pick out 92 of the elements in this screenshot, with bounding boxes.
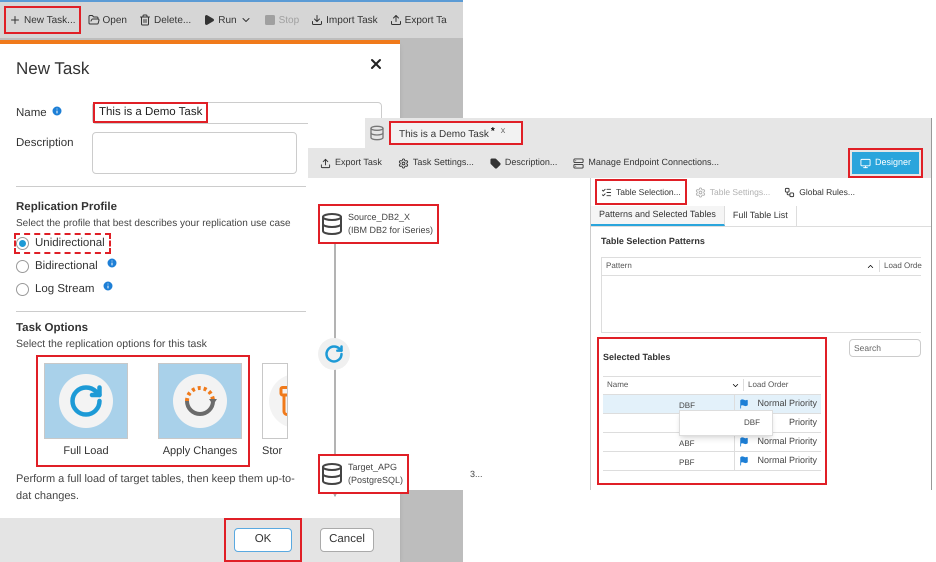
folder-icon [88, 14, 100, 26]
task-option-tile[interactable] [158, 362, 242, 438]
circular-arrow-icon [68, 382, 104, 418]
task-option-tile[interactable] [262, 362, 288, 438]
task-option-tile[interactable] [44, 362, 128, 438]
panel-tab[interactable]: Full Table List [724, 206, 797, 226]
field-label: Name [16, 106, 47, 120]
section-heading: Selected Tables [603, 352, 670, 362]
table-cell-text: Normal Priority [757, 434, 817, 448]
monitor-icon [860, 158, 871, 168]
table-cell-text: Normal Priority [757, 396, 817, 410]
radio-option[interactable]: Unidirectional [16, 234, 109, 252]
tag-icon [490, 158, 501, 168]
table-cell-text: Priority [788, 416, 817, 429]
trash-icon [138, 14, 151, 26]
radio-option[interactable]: Bidirectional [16, 258, 102, 276]
task-tab[interactable]: This is a Demo Task * x [389, 121, 524, 145]
endpoint-node[interactable]: Target_APG (PostgreSQL) [318, 454, 410, 494]
endpoint-node[interactable]: Source_DB2_X (IBM DB2 for iSeries) [318, 204, 440, 244]
database-icon [369, 125, 385, 141]
modified-mark: * [490, 125, 495, 139]
radio-button[interactable] [16, 260, 29, 274]
dialog-title: New Task [16, 58, 90, 80]
table-cell: PBF [679, 458, 695, 466]
plus-icon [9, 14, 21, 26]
endpoint-name: Source_DB2_X [348, 210, 412, 224]
toolbar-button[interactable]: Import Task [306, 6, 383, 34]
field-label: Description [16, 136, 74, 150]
table-cell-text: Normal Priority [757, 454, 817, 467]
name-value: This is a Demo Task [93, 102, 208, 124]
section-hint: Select the profile that best describes your replication use case [16, 216, 291, 231]
flag-icon [739, 436, 750, 446]
table-check-icon [601, 186, 612, 198]
column-header: Pattern [605, 260, 633, 272]
toolbar-button[interactable]: Table Selection... [595, 179, 687, 205]
info-icon [102, 280, 114, 292]
radio-option[interactable]: Log Stream [16, 281, 98, 298]
tab-close[interactable]: x [500, 124, 506, 138]
toolbar-button[interactable]: Export Ta [384, 6, 452, 34]
column-header: Name [606, 379, 630, 391]
server-icon [573, 158, 584, 168]
radio-button[interactable] [16, 283, 29, 296]
toolbar-button[interactable]: Task Settings... [394, 156, 478, 170]
section-heading: Task Options [16, 320, 88, 336]
column-header: Load Order [743, 379, 821, 391]
tab-label: This is a Demo Task [399, 128, 489, 142]
table-cell: DBF [679, 400, 695, 410]
search-field[interactable]: Search [849, 338, 921, 356]
toolbar-button[interactable]: Description... [486, 156, 562, 170]
section-heading: Table Selection Patterns [601, 235, 706, 248]
database-icon [320, 210, 344, 238]
radio-button[interactable] [16, 236, 29, 250]
endpoint-type: (PostgreSQL) [348, 474, 404, 487]
import-icon [311, 14, 324, 26]
description-field[interactable] [92, 132, 297, 174]
toolbar-button[interactable]: Delete... [134, 6, 196, 34]
dialog-button[interactable]: OK [234, 528, 292, 552]
dialog-button[interactable]: Cancel [320, 528, 374, 552]
info-icon [106, 256, 118, 269]
task-option-label: Full Load [63, 444, 109, 458]
table-row[interactable]: PBF Normal Priority [603, 452, 821, 470]
toolbar-button[interactable]: Export Task [316, 156, 386, 170]
toolbar-button[interactable]: Global Rules... [778, 179, 861, 205]
flag-icon [739, 398, 750, 408]
task-option-label: Stor [262, 444, 282, 458]
stop-icon [264, 14, 276, 26]
table-cell: ABF [679, 438, 695, 448]
endpoint-name: Target_APG [348, 460, 398, 474]
section-heading: Replication Profile [16, 200, 117, 214]
close-icon[interactable] [368, 56, 384, 72]
task-option-label: Apply Changes [162, 444, 238, 458]
play-icon [203, 14, 216, 26]
task-option-description: Perform a full load of target tables, then keep them up-to-dat changes. [16, 472, 296, 504]
gear-icon [694, 186, 706, 198]
toolbar-button[interactable]: New Task... [4, 6, 80, 34]
toolbar-button[interactable]: Run [198, 6, 257, 34]
section-hint: Select the replication options for this task [16, 336, 207, 352]
panel-tab[interactable]: Patterns and Selected Tables [591, 206, 725, 226]
column-header: Load Orde [879, 260, 921, 272]
toolbar-button[interactable]: Open [82, 6, 132, 34]
export-icon [320, 158, 331, 168]
export-icon [390, 14, 402, 26]
endpoint-extra: 3... [470, 468, 483, 481]
toolbar-button[interactable]: Manage Endpoint Connections... [569, 156, 724, 170]
circular-arrow-icon [324, 344, 344, 364]
database-icon [320, 460, 344, 488]
endpoint-type: (IBM DB2 for iSeries) [348, 224, 434, 237]
info-icon [50, 104, 63, 116]
tooltip-text: DBF [744, 416, 760, 428]
rules-icon [784, 186, 796, 198]
gear-icon [398, 158, 409, 168]
flag-icon [739, 456, 750, 466]
